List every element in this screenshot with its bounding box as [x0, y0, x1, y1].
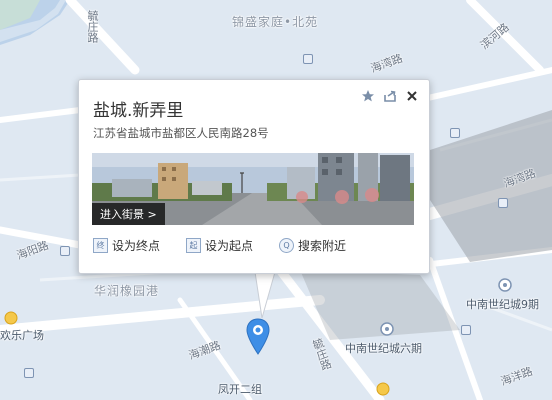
map-label-area: 锦盛家庭•北苑: [232, 15, 319, 29]
bus-stop-icon[interactable]: [498, 198, 508, 208]
map-label-road: 毓庄路: [86, 10, 99, 43]
set-origin-button[interactable]: 起 设为起点: [186, 237, 253, 254]
place-info-popup: 盐城.新弄里 江苏省盐城市盐都区人民南路28号 进入街景 > 终 设为终点 起 …: [78, 79, 430, 274]
search-icon: Q: [279, 238, 295, 253]
place-address: 江苏省盐城市盐都区人民南路28号: [93, 126, 269, 140]
bus-stop-icon[interactable]: [450, 128, 460, 138]
action-label: 设为终点: [112, 239, 161, 253]
set-destination-button[interactable]: 终 设为终点: [93, 237, 160, 254]
share-icon[interactable]: [383, 88, 397, 102]
bus-stop-icon[interactable]: [24, 368, 34, 378]
bus-stop-icon[interactable]: [303, 54, 313, 64]
poi-marker-icon[interactable]: [380, 322, 394, 336]
map-label-poi[interactable]: 中南世纪城9期: [466, 296, 539, 312]
star-icon[interactable]: [361, 88, 375, 102]
map-label-poi[interactable]: 凤开二组: [218, 381, 262, 397]
origin-icon: 起: [186, 238, 202, 253]
bus-stop-icon[interactable]: [461, 325, 471, 335]
action-label: 搜索附近: [298, 239, 347, 253]
close-icon[interactable]: [405, 88, 419, 102]
poi-marker-icon[interactable]: [4, 311, 18, 325]
map-label-poi[interactable]: 欢乐广场: [0, 327, 44, 343]
poi-marker-icon[interactable]: [498, 278, 512, 292]
map-label-poi[interactable]: 中南世纪城六期: [345, 340, 422, 356]
search-nearby-button[interactable]: Q 搜索附近: [279, 237, 346, 254]
street-view-photo[interactable]: 进入街景 >: [92, 153, 414, 225]
action-label: 设为起点: [205, 239, 254, 253]
location-pin-icon[interactable]: [246, 318, 270, 356]
enter-street-view-button[interactable]: 进入街景 >: [92, 203, 165, 225]
bus-stop-icon[interactable]: [60, 246, 70, 256]
destination-icon: 终: [93, 238, 108, 253]
poi-marker-icon[interactable]: [376, 382, 390, 396]
place-title: 盐城.新弄里: [93, 101, 184, 121]
map-label-area: 华润橡园港: [94, 284, 160, 298]
